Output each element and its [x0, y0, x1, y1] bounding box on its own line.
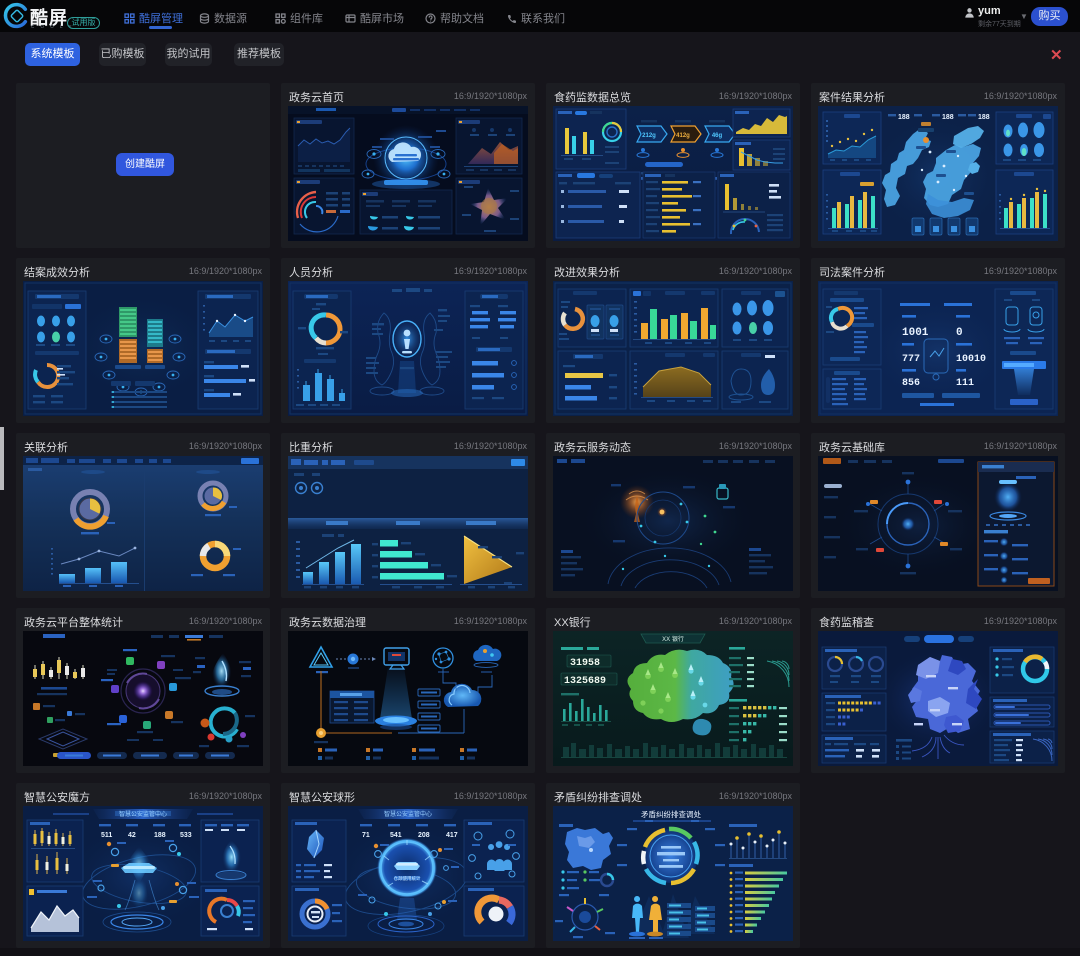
svg-text:208: 208	[418, 832, 430, 839]
svg-text:856: 856	[902, 378, 920, 389]
svg-text:46g: 46g	[712, 133, 723, 139]
svg-text:777: 777	[902, 354, 920, 365]
svg-text:188: 188	[942, 114, 954, 121]
svg-text:533: 533	[180, 832, 192, 839]
svg-text:矛盾纠纷排查调处: 矛盾纠纷排查调处	[641, 809, 701, 819]
svg-text:212g: 212g	[642, 133, 656, 139]
svg-text:188: 188	[898, 114, 910, 121]
svg-text:1001: 1001	[902, 327, 929, 339]
svg-text:智慧公安监管中心: 智慧公安监管中心	[119, 810, 167, 818]
svg-text:0: 0	[956, 327, 963, 339]
svg-text:188: 188	[978, 114, 990, 121]
svg-text:417: 417	[446, 832, 458, 839]
svg-text:412g: 412g	[676, 133, 690, 139]
svg-text:31958: 31958	[570, 658, 600, 669]
svg-text:仓颉使用统计: 仓颉使用统计	[394, 875, 421, 882]
svg-text:智慧公安监管中心: 智慧公安监管中心	[384, 810, 432, 818]
svg-text:511: 511	[101, 832, 112, 839]
svg-text:111: 111	[956, 378, 974, 389]
svg-text:42: 42	[128, 832, 136, 839]
svg-text:71: 71	[362, 832, 370, 839]
svg-text:XX 银行: XX 银行	[662, 635, 684, 643]
svg-text:188: 188	[154, 832, 166, 839]
svg-text:1325689: 1325689	[564, 676, 606, 687]
svg-text:541: 541	[390, 832, 402, 839]
svg-text:10010: 10010	[956, 354, 986, 365]
